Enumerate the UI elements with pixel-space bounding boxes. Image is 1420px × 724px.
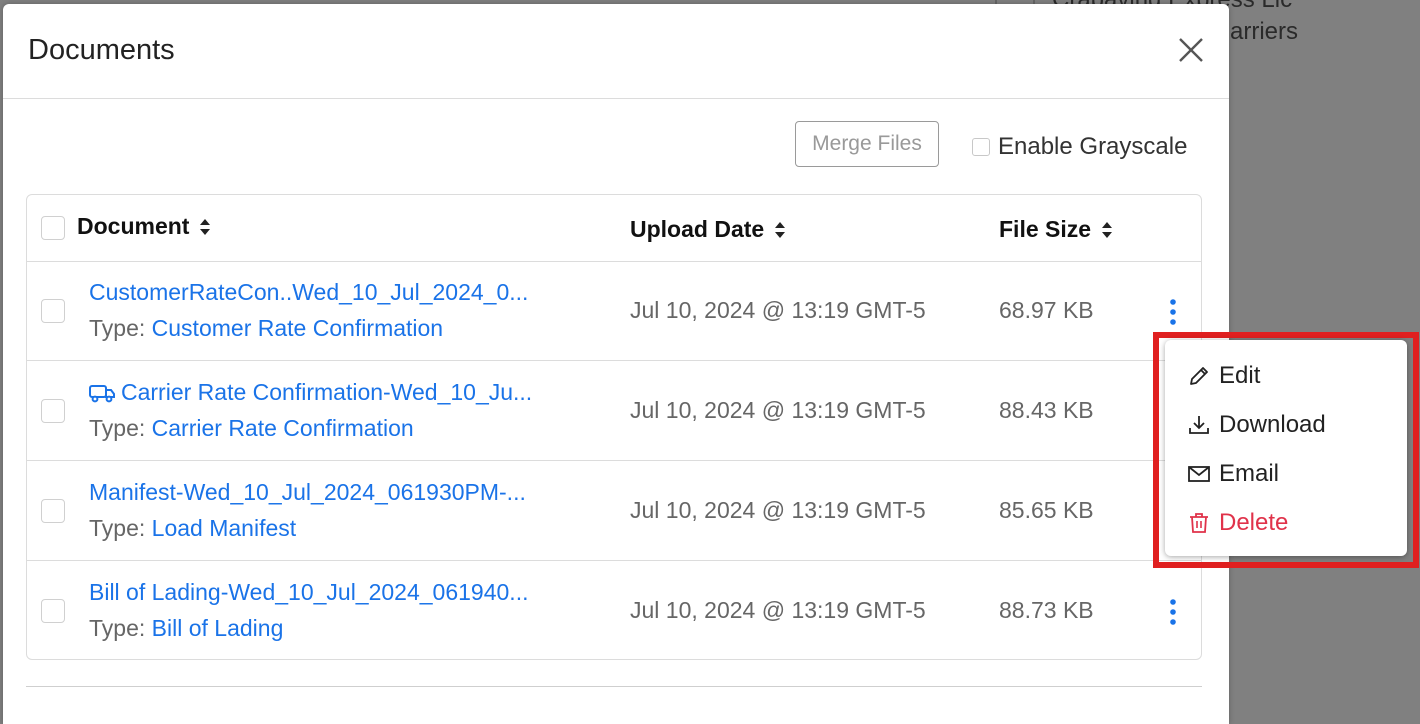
row-checkbox[interactable] xyxy=(41,499,65,523)
column-header-file-size-label: File Size xyxy=(999,216,1092,242)
upload-date: Jul 10, 2024 @ 13:19 GMT-5 xyxy=(630,497,926,523)
merge-files-button[interactable]: Merge Files xyxy=(795,121,939,167)
sort-icon xyxy=(775,221,786,238)
type-prefix: Type: xyxy=(89,515,146,541)
document-type-link[interactable]: Customer Rate Confirmation xyxy=(152,315,443,341)
table-row: Manifest-Wed_10_Jul_2024_061930PM-... Ty… xyxy=(27,461,1201,561)
document-link[interactable]: Bill of Lading-Wed_10_Jul_2024_061940... xyxy=(89,579,528,606)
column-header-upload-date-label: Upload Date xyxy=(630,216,765,242)
table-row: Carrier Rate Confirmation-Wed_10_Ju... T… xyxy=(27,361,1201,461)
upload-date: Jul 10, 2024 @ 13:19 GMT-5 xyxy=(630,397,926,423)
menu-item-delete[interactable]: Delete xyxy=(1187,509,1288,537)
sort-icon xyxy=(200,218,211,235)
file-size: 68.97 KB xyxy=(999,297,1094,323)
document-name: Bill of Lading-Wed_10_Jul_2024_061940... xyxy=(89,579,529,605)
select-all-checkbox[interactable] xyxy=(41,216,65,240)
document-type: Type: Bill of Lading xyxy=(89,615,283,642)
grayscale-label: Enable Grayscale xyxy=(998,133,1188,160)
row-checkbox[interactable] xyxy=(41,299,65,323)
background-text-line-2: arriers xyxy=(1230,18,1299,45)
column-header-document[interactable]: Document xyxy=(77,213,211,240)
grayscale-toggle[interactable]: Enable Grayscale xyxy=(972,133,1187,161)
menu-item-label: Download xyxy=(1219,411,1326,438)
column-header-upload-date[interactable]: Upload Date xyxy=(630,216,786,243)
document-link[interactable]: CustomerRateCon..Wed_10_Jul_2024_0... xyxy=(89,279,528,306)
document-type-link[interactable]: Bill of Lading xyxy=(152,615,284,641)
document-link[interactable]: Carrier Rate Confirmation-Wed_10_Ju... xyxy=(89,379,532,406)
download-icon xyxy=(1189,416,1209,434)
type-prefix: Type: xyxy=(89,615,146,641)
footer-divider xyxy=(26,686,1202,687)
modal-header: Documents xyxy=(3,4,1229,99)
more-options-icon[interactable] xyxy=(1163,597,1183,627)
document-type: Type: Carrier Rate Confirmation xyxy=(89,415,414,442)
document-type-link[interactable]: Carrier Rate Confirmation xyxy=(152,415,414,441)
truck-icon xyxy=(89,384,115,402)
menu-item-download[interactable]: Download xyxy=(1187,411,1326,439)
table-row: Bill of Lading-Wed_10_Jul_2024_061940...… xyxy=(27,561,1201,661)
menu-item-label: Edit xyxy=(1219,362,1261,389)
document-name: Manifest-Wed_10_Jul_2024_061930PM-... xyxy=(89,479,526,505)
menu-item-edit[interactable]: Edit xyxy=(1187,362,1260,390)
close-button[interactable] xyxy=(1175,34,1207,66)
more-options-icon[interactable] xyxy=(1163,297,1183,327)
column-header-file-size[interactable]: File Size xyxy=(999,216,1113,243)
type-prefix: Type: xyxy=(89,415,146,441)
upload-date: Jul 10, 2024 @ 13:19 GMT-5 xyxy=(630,597,926,623)
document-type: Type: Customer Rate Confirmation xyxy=(89,315,443,342)
document-type: Type: Load Manifest xyxy=(89,515,296,542)
row-checkbox[interactable] xyxy=(41,599,65,623)
pencil-icon xyxy=(1190,367,1208,385)
close-icon xyxy=(1179,38,1203,62)
table-row: CustomerRateCon..Wed_10_Jul_2024_0... Ty… xyxy=(27,261,1201,361)
type-prefix: Type: xyxy=(89,315,146,341)
row-actions-menu: Edit Download Email Delete xyxy=(1165,340,1407,556)
file-size: 85.65 KB xyxy=(999,497,1094,523)
row-checkbox[interactable] xyxy=(41,399,65,423)
file-size: 88.73 KB xyxy=(999,597,1094,623)
menu-item-label: Delete xyxy=(1219,509,1289,536)
menu-item-label: Email xyxy=(1219,460,1280,487)
document-link[interactable]: Manifest-Wed_10_Jul_2024_061930PM-... xyxy=(89,479,526,506)
document-type-link[interactable]: Load Manifest xyxy=(152,515,296,541)
file-size: 88.43 KB xyxy=(999,397,1094,423)
sort-icon xyxy=(1102,221,1113,238)
upload-date: Jul 10, 2024 @ 13:19 GMT-5 xyxy=(630,297,926,323)
trash-icon xyxy=(1190,513,1208,533)
modal-title: Documents xyxy=(28,34,175,66)
table-header: Document Upload Date File Size xyxy=(27,195,1201,262)
envelope-icon xyxy=(1188,466,1210,482)
menu-item-email[interactable]: Email xyxy=(1187,460,1279,488)
grayscale-checkbox[interactable] xyxy=(972,138,990,156)
document-name: Carrier Rate Confirmation-Wed_10_Ju... xyxy=(121,379,533,405)
document-name: CustomerRateCon..Wed_10_Jul_2024_0... xyxy=(89,279,529,305)
column-header-document-label: Document xyxy=(77,213,190,239)
documents-table: Document Upload Date File Size CustomerR… xyxy=(26,194,1202,660)
